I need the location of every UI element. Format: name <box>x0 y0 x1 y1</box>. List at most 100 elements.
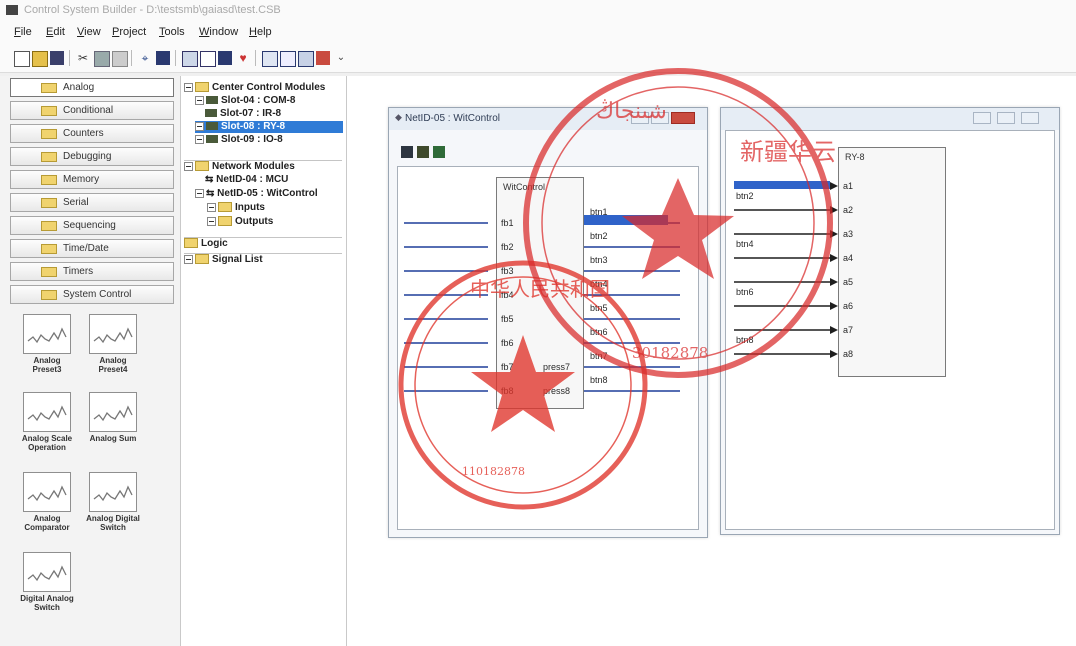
ry8-module[interactable]: RY-8 a1 a2 a3 a4 a5 a6 a7 a8 <box>838 147 946 377</box>
menu-edit[interactable]: Edit <box>46 26 65 38</box>
witcontrol-window[interactable]: ◆ NetID-05 : WitControl WitControl fb1 f… <box>388 107 708 538</box>
window-cascade-icon[interactable] <box>298 51 314 67</box>
tool-wire-icon[interactable] <box>417 146 429 158</box>
block-digital-analog-switch[interactable]: Digital Analog Switch <box>18 552 76 612</box>
output-label[interactable]: btn2 <box>590 231 608 241</box>
block-analog-digital-switch[interactable]: Analog Digital Switch <box>84 472 142 532</box>
relay-pin[interactable]: a4 <box>843 253 853 263</box>
block-analog-preset4[interactable]: Analog Preset4 <box>84 314 142 374</box>
tree-network-modules[interactable]: Network Modules <box>184 160 342 173</box>
maximize-button[interactable] <box>651 112 669 124</box>
tree-icon[interactable] <box>200 51 216 67</box>
ry8-canvas[interactable]: btn2 btn4 btn6 btn8 RY-8 a1 a2 a3 a4 a5 … <box>725 130 1055 530</box>
input-pin[interactable]: fb5 <box>501 314 514 324</box>
tree-outputs[interactable]: Outputs <box>207 216 273 228</box>
category-memory[interactable]: Memory <box>10 170 174 189</box>
collapse-icon[interactable] <box>195 188 204 198</box>
menu-project[interactable]: Project <box>112 26 146 38</box>
window-split-icon[interactable] <box>280 51 296 67</box>
press-pin[interactable]: press7 <box>543 362 570 372</box>
witcontrol-module[interactable]: WitControl fb1 fb2 fb3 fb4 fb5 fb6 fb7 f… <box>496 177 584 409</box>
paste-icon[interactable] <box>112 51 128 67</box>
category-serial[interactable]: Serial <box>10 193 174 212</box>
window-tile-icon[interactable] <box>262 51 278 67</box>
category-timers[interactable]: Timers <box>10 262 174 281</box>
download-icon[interactable]: ♥ <box>236 51 250 65</box>
selected-wire-highlight[interactable] <box>734 181 830 189</box>
input-pin[interactable]: fb2 <box>501 242 514 252</box>
new-file-icon[interactable] <box>14 51 30 67</box>
expand-icon[interactable] <box>195 134 204 144</box>
menu-file[interactable]: File <box>14 26 32 38</box>
tree-slot-04[interactable]: Slot-04 : COM-8 <box>195 95 295 107</box>
dropdown-arrow-icon[interactable]: ⌄ <box>334 51 348 65</box>
input-pin[interactable]: fb3 <box>501 266 514 276</box>
expand-icon[interactable] <box>207 216 216 226</box>
open-folder-icon[interactable] <box>32 51 48 67</box>
block-analog-comparator[interactable]: Analog Comparator <box>18 472 76 532</box>
category-debugging[interactable]: Debugging <box>10 147 174 166</box>
output-label[interactable]: btn8 <box>590 375 608 385</box>
menu-view[interactable]: View <box>77 26 101 38</box>
relay-pin[interactable]: a5 <box>843 277 853 287</box>
category-counters[interactable]: Counters <box>10 124 174 143</box>
tree-netid-04[interactable]: ⇆ NetID-04 : MCU <box>205 174 288 186</box>
tree-center-control-modules[interactable]: Center Control Modules <box>184 82 325 94</box>
ry8-window-titlebar[interactable] <box>721 108 1059 130</box>
block-analog-scale-operation[interactable]: Analog Scale Operation <box>18 392 76 452</box>
output-label[interactable]: btn4 <box>590 279 608 289</box>
category-sequencing[interactable]: Sequencing <box>10 216 174 235</box>
close-button[interactable] <box>671 112 695 124</box>
relay-pin[interactable]: a7 <box>843 325 853 335</box>
input-pin[interactable]: fb8 <box>501 386 514 396</box>
relay-pin[interactable]: a8 <box>843 349 853 359</box>
witcontrol-canvas[interactable]: WitControl fb1 fb2 fb3 fb4 fb5 fb6 fb7 f… <box>397 166 699 530</box>
expand-icon[interactable] <box>184 254 193 264</box>
relay-pin[interactable]: a1 <box>843 181 853 191</box>
tool-grid-icon[interactable] <box>433 146 445 158</box>
input-pin[interactable]: fb4 <box>501 290 514 300</box>
relay-pin[interactable]: a3 <box>843 229 853 239</box>
category-time-date[interactable]: Time/Date <box>10 239 174 258</box>
witcontrol-window-titlebar[interactable]: ◆ NetID-05 : WitControl <box>389 108 707 130</box>
ry8-window[interactable]: btn2 btn4 btn6 btn8 RY-8 a1 a2 a3 a4 a5 … <box>720 107 1060 535</box>
expand-icon[interactable] <box>195 121 204 131</box>
tree-slot-08[interactable]: Slot-08 : RY-8 <box>195 121 343 133</box>
input-pin[interactable]: fb7 <box>501 362 514 372</box>
menu-help[interactable]: Help <box>249 26 272 38</box>
collapse-icon[interactable] <box>184 82 193 92</box>
compile-icon[interactable] <box>218 51 232 65</box>
maximize-button[interactable] <box>997 112 1015 124</box>
relay-pin[interactable]: a2 <box>843 205 853 215</box>
pointer-icon[interactable]: ⌖ <box>138 51 152 65</box>
category-analog[interactable]: Analog <box>10 78 174 97</box>
collapse-icon[interactable] <box>184 161 193 171</box>
tree-signal-list[interactable]: Signal List <box>184 253 342 266</box>
menu-window[interactable]: Window <box>199 26 238 38</box>
save-icon[interactable] <box>50 51 64 65</box>
expand-icon[interactable] <box>207 202 216 212</box>
minimize-button[interactable] <box>631 112 649 124</box>
relay-pin[interactable]: a6 <box>843 301 853 311</box>
menu-tools[interactable]: Tools <box>159 26 185 38</box>
input-pin[interactable]: fb6 <box>501 338 514 348</box>
output-label[interactable]: btn5 <box>590 303 608 313</box>
output-label[interactable]: btn6 <box>590 327 608 337</box>
block-analog-preset3[interactable]: Analog Preset3 <box>18 314 76 374</box>
grid-icon[interactable] <box>182 51 198 67</box>
module-icon[interactable] <box>156 51 170 65</box>
tree-logic[interactable]: Logic <box>184 237 342 250</box>
block-analog-sum[interactable]: Analog Sum <box>84 392 142 443</box>
output-label[interactable]: btn7 <box>590 351 608 361</box>
expand-icon[interactable] <box>195 95 204 105</box>
tree-slot-09[interactable]: Slot-09 : IO-8 <box>195 134 283 146</box>
press-pin[interactable]: press8 <box>543 386 570 396</box>
copy-icon[interactable] <box>94 51 110 67</box>
output-label[interactable]: btn3 <box>590 255 608 265</box>
close-button[interactable] <box>1021 112 1039 124</box>
tool-select-icon[interactable] <box>401 146 413 158</box>
cut-icon[interactable]: ✂ <box>76 51 90 65</box>
minimize-button[interactable] <box>973 112 991 124</box>
tree-inputs[interactable]: Inputs <box>207 202 265 214</box>
input-pin[interactable]: fb1 <box>501 218 514 228</box>
